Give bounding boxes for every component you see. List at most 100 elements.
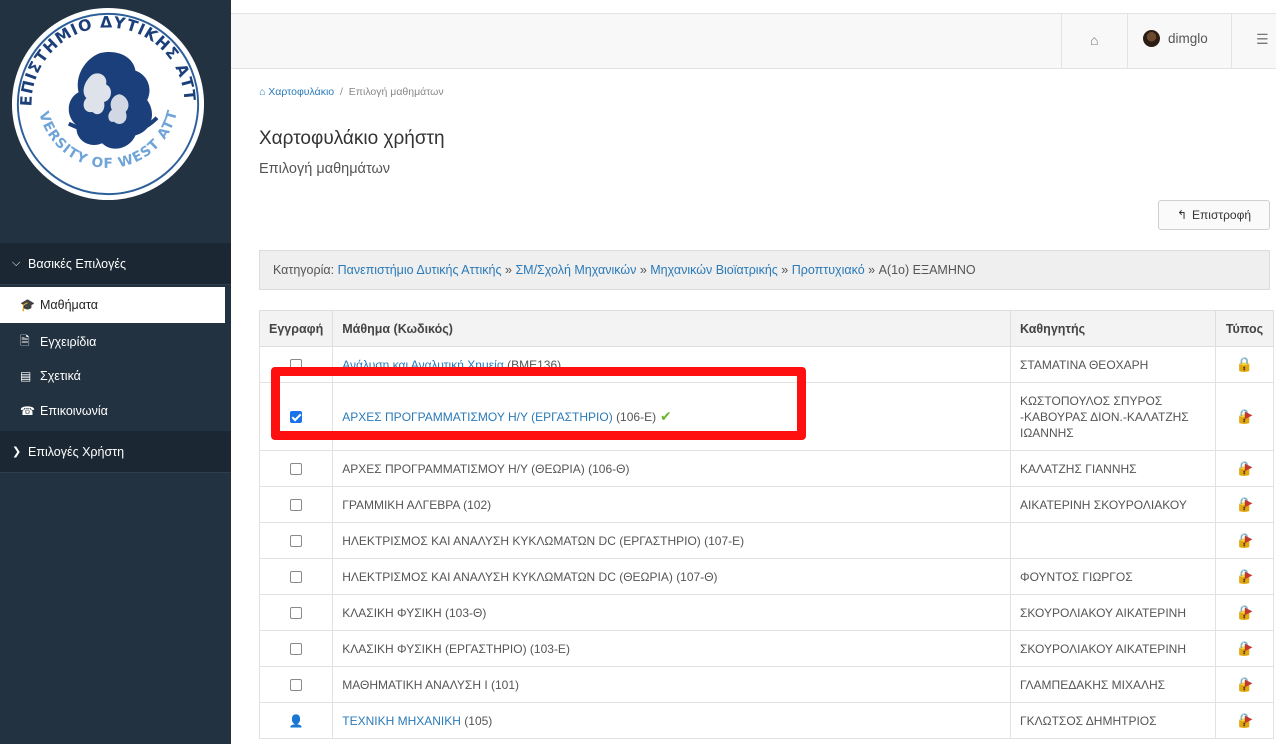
table-row: 👤 ΤΕΧΝΙΚΗ ΜΗΧΑΝΙΚΗ (105) ΓΚΛΩΤΣΟΣ ΔΗΜΗΤΡΙΟ… <box>258 702 1274 739</box>
check-icon: ✔ <box>656 408 672 424</box>
lock-arrow-icon: 🔒 ▶ <box>1235 496 1254 512</box>
category-link[interactable]: Προπτυχιακό <box>792 263 865 277</box>
teacher-name: ΚΑΛΑΤΖΗΣ ΓΙΑΝΝΗΣ <box>1020 461 1137 476</box>
type-cell: 🔒 ▶ <box>1215 630 1274 667</box>
enroll-checkbox[interactable] <box>290 411 303 424</box>
home-icon[interactable]: ⌂ <box>1090 32 1098 48</box>
teacher-cell: ΓΚΛΩΤΣΟΣ ΔΗΜΗΤΡΙΟΣ <box>1010 702 1216 739</box>
enroll-cell <box>258 666 334 703</box>
enroll-checkbox[interactable] <box>290 679 303 692</box>
sidebar: ΠΑΝΕΠΙΣΤΗΜΙΟ ΔΥΤΙΚΗΣ ΑΤΤΙΚΗΣ UNIVERSITY … <box>0 0 231 744</box>
course-code: (103-Θ) <box>445 605 487 620</box>
teacher-name: ΚΩΣΤΟΠΟΥΛΟΣ ΣΠΥΡΟΣ -ΚΑΒΟΥΡΑΣ ΔΙΟΝ.-ΚΑΛΑΤ… <box>1020 393 1189 440</box>
teacher-cell: ΣΚΟΥΡΟΛΙΑΚΟΥ ΑΙΚΑΤΕΡΙΝΗ <box>1010 630 1216 667</box>
table-row: ΚΛΑΣΙΚΗ ΦΥΣΙΚΗ (ΕΡΓΑΣΤΗΡΙΟ) (103-Ε) ΣΚΟΥΡ… <box>258 630 1274 667</box>
breadcrumb-home[interactable]: ⌂ Χαρτοφυλάκιο <box>259 86 334 98</box>
course-cell: ΑΡΧΕΣ ΠΡΟΓΡΑΜΜΑΤΙΣΜΟΥ Η/Υ (ΕΡΓΑΣΤΗΡΙΟ) (… <box>332 382 1011 451</box>
page-subtitle: Επιλογή μαθημάτων <box>259 161 391 177</box>
teacher-cell: ΑΙΚΑΤΕΡΙΝΗ ΣΚΟΥΡΟΛΙΑΚΟΥ <box>1010 486 1216 523</box>
table-row: ΜΑΘΗΜΑΤΙΚΗ ΑΝΑΛΥΣΗ Ι (101) ΓΛΑΜΠΕΔΑΚΗΣ ΜΙ… <box>258 666 1274 703</box>
course-code: (103-Ε) <box>529 641 570 656</box>
lock-arrow-icon: 🔒 ▶ <box>1235 460 1254 476</box>
enroll-cell <box>258 522 334 559</box>
course-name[interactable]: Ανάλυση και Αναλυτική Χημεία <box>342 358 504 372</box>
sidebar-item-label: Μαθήματα <box>40 298 98 312</box>
course-name: ΗΛΕΚΤΡΙΣΜΟΣ ΚΑΙ ΑΝΑΛΥΣΗ ΚΥΚΛΩΜΑΤΩΝ DC (Θ… <box>342 569 673 584</box>
course-cell: Ανάλυση και Αναλυτική Χημεία (BME136) <box>332 346 1011 383</box>
course-name[interactable]: ΑΡΧΕΣ ΠΡΟΓΡΑΜΜΑΤΙΣΜΟΥ Η/Υ (ΕΡΓΑΣΤΗΡΙΟ) <box>342 410 612 424</box>
teacher-cell <box>1010 522 1216 559</box>
breadcrumb: ⌂ Χαρτοφυλάκιο / Επιλογή μαθημάτων <box>259 86 444 98</box>
page-title: Χαρτοφυλάκιο χρήστη <box>259 128 445 149</box>
type-cell: 🔒 ▶ <box>1215 702 1274 739</box>
sidebar-item-contact[interactable]: ☎ Επικοινωνία <box>0 393 225 429</box>
reply-icon: ↰ <box>1176 208 1187 222</box>
menu-group-basic-options[interactable]: ⌵ Βασικές Επιλογές <box>0 243 231 285</box>
back-button-label: Επιστροφή <box>1192 208 1252 222</box>
enroll-checkbox[interactable] <box>290 571 303 584</box>
enroll-checkbox[interactable] <box>290 499 303 512</box>
type-cell: 🔒 ▶ <box>1215 594 1274 631</box>
teacher-name: ΦΟΥΝΤΟΣ ΓΙΩΡΓΟΣ <box>1020 569 1133 584</box>
course-name[interactable]: ΤΕΧΝΙΚΗ ΜΗΧΑΝΙΚΗ <box>342 714 461 728</box>
type-cell: 🔒 ▶ <box>1215 486 1274 523</box>
table-row: ΑΡΧΕΣ ΠΡΟΓΡΑΜΜΑΤΙΣΜΟΥ Η/Υ (ΘΕΩΡΙΑ) (106-… <box>258 450 1274 487</box>
menu-group-label: Επιλογές Χρήστη <box>28 444 125 459</box>
enroll-cell <box>258 450 334 487</box>
teacher-name: ΣΤΑΜΑΤΙΝΑ ΘΕΟΧΑΡΗ <box>1020 357 1149 372</box>
teacher-cell: ΓΛΑΜΠΕΔΑΚΗΣ ΜΙΧΑΛΗΣ <box>1010 666 1216 703</box>
sidebar-item-about[interactable]: ▤ Σχετικά <box>0 358 225 394</box>
table-row: ΗΛΕΚΤΡΙΣΜΟΣ ΚΑΙ ΑΝΑΛΥΣΗ ΚΥΚΛΩΜΑΤΩΝ DC (Ε… <box>258 522 1274 559</box>
university-logo: ΠΑΝΕΠΙΣΤΗΜΙΟ ΔΥΤΙΚΗΣ ΑΤΤΙΚΗΣ UNIVERSITY … <box>10 6 205 201</box>
course-code: (107-Θ) <box>676 569 718 584</box>
avatar[interactable] <box>1143 30 1160 47</box>
course-name: ΚΛΑΣΙΚΗ ΦΥΣΙΚΗ <box>342 605 442 620</box>
teacher-name: ΓΛΑΜΠΕΔΑΚΗΣ ΜΙΧΑΛΗΣ <box>1020 677 1166 692</box>
type-cell: 🔒 ▶ <box>1215 450 1274 487</box>
course-name: ΚΛΑΣΙΚΗ ΦΥΣΙΚΗ (ΕΡΓΑΣΤΗΡΙΟ) <box>342 641 527 656</box>
course-cell: ΚΛΑΣΙΚΗ ΦΥΣΙΚΗ (103-Θ) <box>332 594 1011 631</box>
teacher-cell: ΦΟΥΝΤΟΣ ΓΙΩΡΓΟΣ <box>1010 558 1216 595</box>
navbar-divider <box>1061 14 1062 68</box>
course-cell: ΓΡΑΜΜΙΚΗ ΑΛΓΕΒΡΑ (102) <box>332 486 1011 523</box>
header-teacher: Καθηγητής <box>1010 310 1216 347</box>
lock-arrow-icon: 🔒 ▶ <box>1235 532 1254 548</box>
sidebar-item-manuals[interactable]: 🗎 Εγχειρίδια <box>0 324 225 360</box>
sidebar-item-courses[interactable]: 🎓 Μαθήματα <box>0 287 225 323</box>
menu-group-user-options[interactable]: ❯ Επιλογές Χρήστη <box>0 431 231 473</box>
type-cell: 🔒 ▶ <box>1215 558 1274 595</box>
enroll-checkbox[interactable] <box>290 463 303 476</box>
category-link[interactable]: ΣΜ/Σχολή Μηχανικών <box>515 263 636 277</box>
breadcrumb-current: Επιλογή μαθημάτων <box>348 86 444 98</box>
user-name[interactable]: dimglo <box>1168 31 1208 46</box>
top-navbar: ⌂ dimglo ☰ <box>231 13 1276 69</box>
teacher-name: ΑΙΚΑΤΕΡΙΝΗ ΣΚΟΥΡΟΛΙΑΚΟΥ <box>1020 497 1187 512</box>
enroll-cell: 👤 <box>258 702 334 739</box>
enroll-cell <box>258 346 334 383</box>
category-link[interactable]: Μηχανικών Βιοϊατρικής <box>650 263 778 277</box>
type-cell: 🔒 ▶ <box>1215 522 1274 559</box>
menu-group-label: Βασικές Επιλογές <box>28 256 126 271</box>
table-row: ΚΛΑΣΙΚΗ ΦΥΣΙΚΗ (103-Θ) ΣΚΟΥΡΟΛΙΑΚΟΥ ΑΙΚΑΤ… <box>258 594 1274 631</box>
category-prefix: Κατηγορία: <box>273 263 335 277</box>
lock-arrow-icon: 🔒 ▶ <box>1235 604 1254 620</box>
enroll-checkbox[interactable] <box>290 359 303 372</box>
course-cell: ΗΛΕΚΤΡΙΣΜΟΣ ΚΑΙ ΑΝΑΛΥΣΗ ΚΥΚΛΩΜΑΤΩΝ DC (Ε… <box>332 522 1011 559</box>
back-button[interactable]: ↰ Επιστροφή <box>1158 200 1270 230</box>
sliders-icon[interactable]: ☰ <box>1256 31 1269 48</box>
category-link[interactable]: Πανεπιστήμιο Δυτικής Αττικής <box>338 263 502 277</box>
course-cell: ΑΡΧΕΣ ΠΡΟΓΡΑΜΜΑΤΙΣΜΟΥ Η/Υ (ΘΕΩΡΙΑ) (106-… <box>332 450 1011 487</box>
sidebar-item-label: Σχετικά <box>40 369 81 383</box>
top-strip <box>231 0 1276 13</box>
header-type: Τύπος <box>1215 310 1274 347</box>
teacher-cell: ΚΑΛΑΤΖΗΣ ΓΙΑΝΝΗΣ <box>1010 450 1216 487</box>
lock-arrow-icon: 🔒 ▶ <box>1235 640 1254 656</box>
enroll-checkbox[interactable] <box>290 643 303 656</box>
enroll-checkbox[interactable] <box>290 607 303 620</box>
courses-table: Εγγραφή Μάθημα (Κωδικός) Καθηγητής Τύπος… <box>258 310 1274 739</box>
category-current: Α(1ο) ΕΞΑΜΗΝΟ <box>878 263 976 277</box>
enroll-checkbox[interactable] <box>290 535 303 548</box>
course-name: ΜΑΘΗΜΑΤΙΚΗ ΑΝΑΛΥΣΗ Ι <box>342 677 488 692</box>
teacher-name: ΣΚΟΥΡΟΛΙΑΚΟΥ ΑΙΚΑΤΕΡΙΝΗ <box>1020 641 1186 656</box>
navbar-divider <box>1127 14 1128 68</box>
